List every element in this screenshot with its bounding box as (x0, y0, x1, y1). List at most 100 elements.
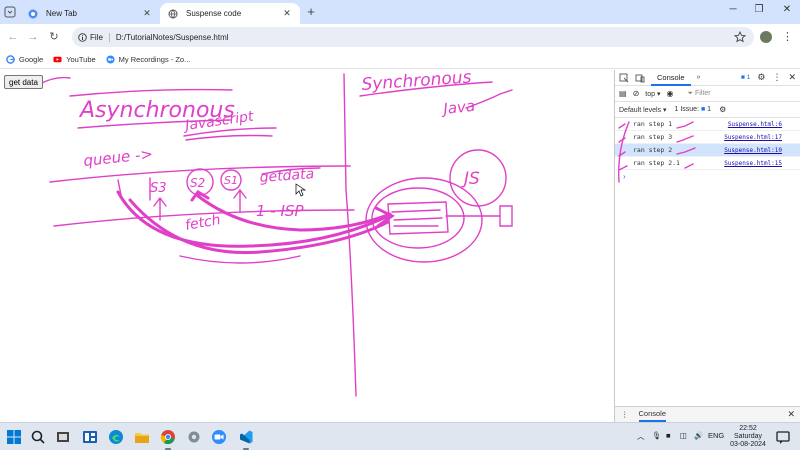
more-tabs-icon[interactable]: » (697, 74, 701, 81)
tab-suspense-code[interactable]: Suspense code ✕ (160, 3, 300, 24)
bookmark-youtube[interactable]: YouTube (53, 54, 96, 64)
device-toggle-icon[interactable] (635, 73, 645, 83)
mouse-cursor-icon (295, 183, 307, 197)
tab-new-tab[interactable]: New Tab ✕ (20, 3, 160, 24)
bookmark-label: YouTube (66, 54, 96, 64)
widgets-icon[interactable] (82, 429, 98, 445)
log-text: ran step 1 (633, 120, 673, 128)
whiteboard-drawing: Asynchronous Javascript queue -> S3 S2 S… (39, 70, 513, 397)
site-info-chip[interactable]: File (78, 32, 110, 42)
log-text: ran step 2.1 (633, 159, 680, 167)
clock[interactable]: 22:52 Saturday 03-08-2024 (726, 425, 770, 449)
queue-item-s3: S3 (150, 181, 167, 196)
clock-date: 03-08-2024 (730, 441, 766, 448)
language-indicator[interactable]: ENG (708, 431, 724, 440)
forward-icon[interactable]: → (26, 30, 40, 44)
back-icon[interactable]: ← (6, 30, 20, 44)
console-levels-bar: Default levels ▾ 1 Issue: ■ 1 ⚙ (615, 102, 800, 118)
right-title: Synchronous (361, 70, 472, 95)
settings-icon[interactable]: ⚙ (757, 72, 765, 83)
context-selector[interactable]: top ▾ (645, 90, 660, 98)
windows-start-icon[interactable] (6, 429, 22, 445)
clock-time: 22:52 (739, 425, 757, 432)
network-icon[interactable]: ◫ (680, 431, 687, 440)
devtools-close-icon[interactable]: ✕ (788, 72, 796, 83)
youtube-icon (53, 56, 62, 62)
log-text: ran step 2 (633, 146, 673, 154)
drawer-menu-icon[interactable]: ⋮ (621, 410, 629, 419)
tab-close-icon[interactable]: ✕ (142, 8, 152, 19)
globe-icon (168, 9, 178, 18)
clear-console-icon[interactable]: ⊘ (633, 89, 640, 98)
chevron-up-icon[interactable]: ︿ (637, 431, 645, 442)
tab-title: New Tab (46, 9, 77, 18)
file-explorer-icon[interactable] (134, 429, 150, 445)
chrome-icon (28, 9, 38, 18)
console-log-row: ran step 2.1 Suspense.html:15 (615, 157, 800, 170)
console-log-list: ran step 1 Suspense.html:6 ran step 3 Su… (615, 118, 800, 183)
console-drawer: ⋮ Console ✕ (615, 406, 800, 422)
address-bar[interactable]: File D:/TutorialNotes/Suspense.html (72, 27, 754, 47)
google-icon (6, 54, 15, 64)
close-window-icon[interactable]: ✕ (780, 4, 794, 15)
devtools-menu-icon[interactable]: ⋮ (772, 72, 781, 83)
log-levels-dropdown[interactable]: Default levels ▾ (619, 106, 667, 114)
get-data-button[interactable]: get data (4, 75, 43, 89)
site-info-label: File (90, 32, 103, 42)
drawer-close-icon[interactable]: ✕ (787, 409, 795, 420)
inspect-element-icon[interactable] (619, 73, 629, 83)
bookmark-label: Google (19, 54, 44, 64)
bookmark-star-icon[interactable] (734, 31, 746, 43)
console-prompt[interactable]: › (615, 170, 800, 183)
filter-input[interactable]: ⏷ Filter (687, 90, 710, 98)
console-settings-icon[interactable]: ⚙ (719, 105, 726, 114)
bookmark-my-recordings[interactable]: My Recordings - Zo... (106, 54, 191, 64)
new-tab-button[interactable]: + (304, 5, 318, 19)
ink-curve (179, 255, 301, 264)
bookmark-label: My Recordings - Zo... (118, 54, 191, 64)
tab-close-icon[interactable]: ✕ (282, 8, 292, 19)
settings-gear-icon[interactable] (186, 429, 202, 445)
log-text: ran step 3 (633, 133, 673, 141)
drawer-tab-console[interactable]: Console (638, 407, 667, 422)
issues-link[interactable]: 1 Issue: ■ 1 (675, 106, 712, 113)
log-source-link[interactable]: Suspense.html:17 (724, 131, 782, 144)
vscode-icon[interactable] (238, 429, 254, 445)
log-source-link[interactable]: Suspense.html:6 (728, 118, 782, 131)
volume-icon[interactable]: 🔊 (694, 431, 703, 440)
tab-title: Suspense code (186, 9, 242, 18)
right-subtitle: Java (440, 97, 476, 119)
sidebar-toggle-icon[interactable]: ▤ (619, 89, 627, 98)
info-icon (78, 32, 87, 42)
ink-underline (39, 76, 71, 85)
profile-avatar[interactable] (760, 31, 772, 43)
edge-icon[interactable] (108, 429, 124, 445)
tab-search-icon[interactable] (4, 6, 16, 18)
live-expression-icon[interactable]: ◉ (666, 89, 673, 98)
microphone-icon[interactable]: 🎙 (652, 431, 662, 440)
kebab-menu-icon[interactable]: ⋮ (782, 30, 793, 43)
issues-count: 1 (707, 106, 712, 113)
engine-end-box (499, 205, 513, 227)
notifications-icon[interactable] (775, 429, 791, 445)
issues-label: 1 Issue: (674, 106, 700, 113)
tab-console[interactable]: Console (651, 70, 691, 86)
zoom-app-icon[interactable] (211, 429, 227, 445)
url-text: D:/TutorialNotes/Suspense.html (115, 32, 229, 42)
issues-badge[interactable]: ■ 1 (741, 74, 750, 81)
bookmark-google[interactable]: Google (6, 55, 43, 64)
restore-icon[interactable]: ❐ (752, 4, 766, 15)
fetch-label: fetch (184, 212, 222, 234)
clock-day: Saturday (733, 433, 763, 440)
log-source-link[interactable]: Suspense.html:15 (724, 157, 782, 170)
reload-icon[interactable]: ↻ (47, 30, 61, 44)
minimize-icon[interactable]: ─ (726, 4, 740, 15)
chrome-icon[interactable] (160, 429, 176, 445)
log-source-link[interactable]: Suspense.html:10 (724, 144, 782, 157)
task-view-icon[interactable] (55, 429, 71, 445)
console-log-row: ran step 2 Suspense.html:10 (615, 144, 800, 157)
filter-placeholder: Filter (695, 89, 711, 97)
camera-icon[interactable]: ■ (666, 431, 671, 440)
bookmarks-bar: Google YouTube My Recordings - Zo... (0, 50, 800, 69)
search-icon[interactable] (30, 429, 46, 445)
